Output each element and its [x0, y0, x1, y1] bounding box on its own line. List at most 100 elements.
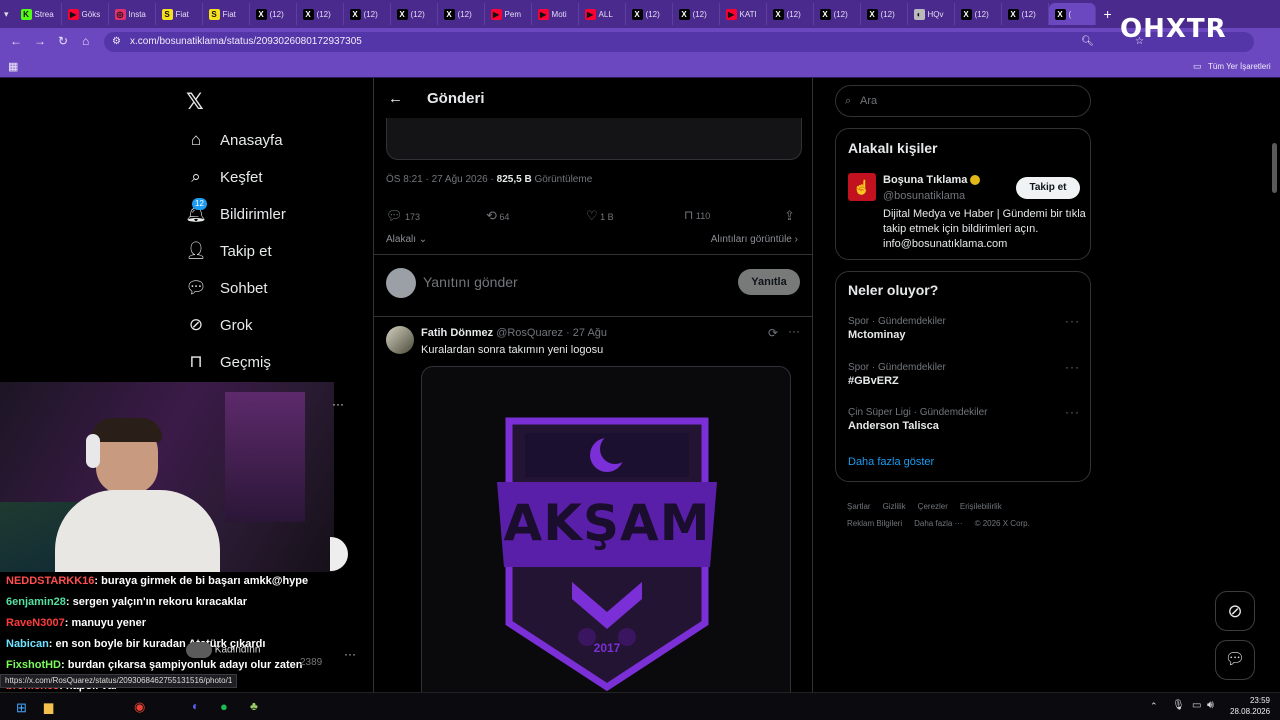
sidebar-item-3[interactable]: 👤︎ Takip et: [185, 241, 272, 261]
tab-1[interactable]: ▶ Göks: [62, 3, 109, 25]
tab-label: (12): [645, 9, 660, 19]
sidebar-item-1[interactable]: ⌕ Keşfet: [186, 167, 262, 187]
mic-icon[interactable]: 🎙︎: [1172, 700, 1185, 711]
tab-4[interactable]: S Fiat: [203, 3, 250, 25]
trend-more-icon[interactable]: ···: [1065, 360, 1080, 374]
app-icon[interactable]: ♣: [250, 699, 258, 713]
reply-button[interactable]: Yanıtla: [738, 269, 800, 295]
tab-18[interactable]: X (12): [861, 3, 908, 25]
tab-0[interactable]: K Strea: [15, 3, 62, 25]
forward-icon[interactable]: →: [34, 34, 46, 48]
tab-17[interactable]: X (12): [814, 3, 861, 25]
tab-11[interactable]: ▶ Moti: [532, 3, 579, 25]
overlay-menu-icon[interactable]: ···: [332, 397, 344, 411]
network-icon[interactable]: ▭: [1192, 700, 1201, 711]
tab-16[interactable]: X (12): [767, 3, 814, 25]
show-more-link[interactable]: Daha fazla göster: [848, 456, 934, 468]
all-bookmarks-link[interactable]: Tüm Yer İşaretleri: [1208, 62, 1271, 71]
tab-list-dropdown-icon[interactable]: ▾: [4, 9, 9, 20]
sort-dropdown[interactable]: Alakalı ⌄: [386, 234, 427, 245]
sidebar-item-0[interactable]: ⌂ Anasayfa: [186, 130, 283, 150]
overlay-toggle[interactable]: [330, 537, 348, 571]
repost-action[interactable]: ⟲ 64: [486, 208, 509, 224]
reply-action[interactable]: 💬︎ 173: [386, 208, 420, 224]
tab-14[interactable]: X (12): [673, 3, 720, 25]
chrome-icon[interactable]: ◉: [134, 699, 145, 715]
footer-link[interactable]: Reklam Bilgileri: [847, 519, 902, 528]
site-info-icon[interactable]: ⚙: [112, 32, 121, 52]
trend-item[interactable]: Çin Süper Ligi · Gündemdekiler Anderson T…: [848, 405, 1080, 432]
post-media-bottom[interactable]: [386, 118, 802, 160]
new-tab-button[interactable]: +: [1104, 6, 1112, 22]
quotes-link[interactable]: Alıntıları görüntüle ›: [711, 234, 798, 245]
messages-fab[interactable]: 💬︎: [1215, 640, 1255, 680]
sidebar-item-6[interactable]: ⊓ Geçmiş: [186, 352, 270, 372]
reload-icon[interactable]: ↻: [58, 34, 68, 48]
reply-author-name[interactable]: Fatih Dönmez: [421, 327, 493, 339]
discord-icon[interactable]: ◐: [192, 699, 199, 713]
tab-13[interactable]: X (12): [626, 3, 673, 25]
file-explorer-icon[interactable]: ▆: [44, 700, 53, 714]
tab-7[interactable]: X (12): [344, 3, 391, 25]
person-handle[interactable]: @bosunatiklama: [883, 190, 965, 202]
tab-20[interactable]: X (12): [955, 3, 1002, 25]
spotify-icon[interactable]: ●: [220, 699, 228, 714]
sidebar-item-2[interactable]: 🔔︎ 12 Bildirimler: [185, 198, 286, 224]
bookmark-action[interactable]: ⊓ 110: [684, 208, 710, 222]
like-action[interactable]: ♡ 1 B: [586, 208, 614, 224]
overlay-more-icon[interactable]: ···: [344, 647, 356, 661]
grok-fab[interactable]: ⊘: [1215, 591, 1255, 631]
footer-link[interactable]: Gizlilik: [883, 502, 906, 511]
x-logo-icon[interactable]: 𝕏: [186, 90, 204, 115]
tab-6[interactable]: X (12): [297, 3, 344, 25]
tab-8[interactable]: X (12): [391, 3, 438, 25]
clock[interactable]: 23:59 28.08.2026: [1230, 695, 1270, 717]
trend-name: Mctominay: [848, 329, 906, 341]
more-options-icon[interactable]: ···: [788, 324, 800, 338]
tab-5[interactable]: X (12): [250, 3, 297, 25]
address-bar[interactable]: ⚙ x.com/bosunatiklama/status/20930260801…: [104, 32, 1254, 52]
apps-icon[interactable]: ▦: [8, 60, 18, 73]
tab-21[interactable]: X (12): [1002, 3, 1049, 25]
person-name-row[interactable]: Boşuna Tıklama: [883, 174, 981, 186]
windows-start-icon[interactable]: ⊞: [16, 700, 27, 716]
home-browser-icon[interactable]: ⌂: [82, 34, 89, 48]
footer-link[interactable]: Daha fazla ···: [914, 519, 962, 528]
trend-item[interactable]: Spor · Gündemdekiler #GBvERZ ···: [848, 360, 1080, 387]
trends-title: Neler oluyor?: [848, 282, 939, 298]
reply-image[interactable]: AKŞAM 2017: [421, 366, 791, 698]
sidebar-item-4[interactable]: 💬︎ Sohbet: [185, 278, 267, 298]
grok-small-icon[interactable]: ⟳: [768, 326, 778, 340]
tab-label: (12): [833, 9, 848, 19]
person-avatar[interactable]: ☝: [848, 173, 876, 201]
search-input[interactable]: ⌕ Ara: [835, 85, 1091, 117]
back-arrow-icon[interactable]: ←: [388, 90, 403, 107]
share-icon[interactable]: ⇪: [784, 208, 795, 224]
tab-22[interactable]: X(: [1048, 3, 1096, 25]
tab-15[interactable]: ▶ KATI: [720, 3, 767, 25]
tab-10[interactable]: ▶ Pem: [485, 3, 532, 25]
follow-button[interactable]: Takip et: [1016, 177, 1080, 199]
chat-text: : buraya girmek de bi başarı amkk@hype: [94, 575, 309, 587]
tab-2[interactable]: ◎ Insta: [109, 3, 156, 25]
footer-link[interactable]: Şartlar: [847, 502, 871, 511]
trend-item[interactable]: Spor · Gündemdekiler Mctominay ···: [848, 314, 1080, 341]
trend-more-icon[interactable]: ···: [1065, 405, 1080, 419]
volume-icon[interactable]: 🔊︎: [1207, 699, 1214, 712]
footer-link[interactable]: © 2026 X Corp.: [975, 519, 1030, 528]
footer-link[interactable]: Erişilebilirlik: [960, 502, 1002, 511]
trend-more-icon[interactable]: ···: [1065, 314, 1080, 328]
tab-12[interactable]: ▶ ALL: [579, 3, 626, 25]
tab-19[interactable]: ◐ HQv: [908, 3, 955, 25]
scrollbar[interactable]: [1272, 143, 1277, 193]
zoom-icon[interactable]: 🔍︎: [1081, 32, 1094, 52]
sidebar-item-5[interactable]: ⊘ Grok: [186, 315, 253, 335]
reply-avatar[interactable]: [386, 326, 414, 354]
reply-input[interactable]: Yanıtını gönder: [423, 274, 518, 290]
tray-chevron-icon[interactable]: ⌃: [1150, 701, 1158, 712]
tab-3[interactable]: S Fiat: [156, 3, 203, 25]
back-icon[interactable]: ←: [10, 34, 22, 48]
reply-author-handle[interactable]: @RosQuarez: [496, 327, 563, 339]
tab-9[interactable]: X (12): [438, 3, 485, 25]
footer-link[interactable]: Çerezler: [918, 502, 948, 511]
